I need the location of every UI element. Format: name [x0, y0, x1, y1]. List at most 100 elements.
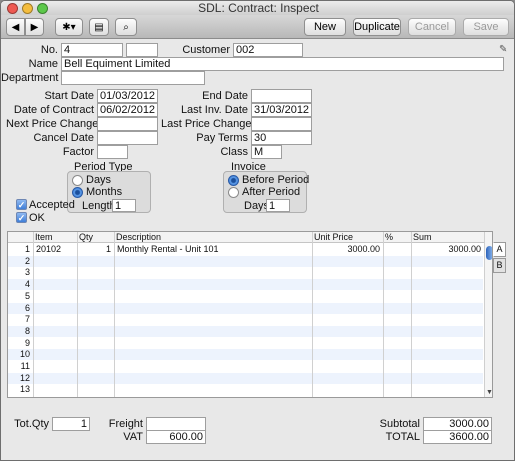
next-price-change-field[interactable] — [97, 117, 158, 131]
grid-scroll-thumb[interactable] — [486, 246, 492, 260]
customer-field[interactable]: 002 — [233, 43, 303, 57]
zoom-window-icon[interactable] — [37, 3, 48, 14]
length-field[interactable]: 1 — [112, 199, 136, 212]
grid-cell-unit-price[interactable] — [314, 256, 380, 267]
period-months-radio[interactable] — [72, 187, 83, 198]
grid-cell-qty[interactable] — [78, 279, 111, 290]
grid-cell-description[interactable] — [117, 256, 310, 267]
last-inv-date-field[interactable]: 31/03/2012 — [251, 103, 312, 117]
name-field[interactable]: Bell Equiment Limited — [61, 57, 504, 71]
grid-cell-qty[interactable] — [78, 384, 111, 395]
grid-cell-item[interactable] — [36, 326, 76, 337]
total-field[interactable]: 3600.00 — [423, 430, 492, 444]
grid-cell-pct[interactable] — [385, 303, 409, 314]
grid-cell-description[interactable] — [117, 303, 310, 314]
grid-cell-description[interactable] — [117, 314, 310, 325]
vat-field[interactable]: 600.00 — [146, 430, 206, 444]
start-date-field[interactable]: 01/03/2012 — [97, 89, 158, 103]
grid-cell-unit-price[interactable] — [314, 291, 380, 302]
next-record-button[interactable]: ▶ — [25, 18, 44, 36]
grid-cell-description[interactable]: Monthly Rental - Unit 101 — [117, 244, 310, 255]
grid-cell-qty[interactable] — [78, 303, 111, 314]
grid-cell-sum[interactable] — [413, 256, 481, 267]
grid-cell-sum[interactable] — [413, 303, 481, 314]
grid-cell-pct[interactable] — [385, 349, 409, 360]
grid-cell-item[interactable] — [36, 373, 76, 384]
cancel-date-field[interactable] — [97, 131, 158, 145]
new-button[interactable]: New — [304, 18, 346, 36]
close-window-icon[interactable] — [7, 3, 18, 14]
department-field[interactable] — [61, 71, 205, 85]
grid-cell-sum[interactable]: 3000.00 — [413, 244, 481, 255]
grid-cell-sum[interactable] — [413, 314, 481, 325]
grid-cell-unit-price[interactable] — [314, 326, 380, 337]
grid-cell-sum[interactable] — [413, 349, 481, 360]
grid-cell-item[interactable] — [36, 303, 76, 314]
items-grid[interactable]: Item Qty Description Unit Price % Sum 12… — [7, 231, 493, 398]
grid-cell-description[interactable] — [117, 279, 310, 290]
grid-cell-description[interactable] — [117, 384, 310, 395]
accepted-checkbox[interactable]: ✓ — [16, 199, 27, 210]
grid-cell-item[interactable] — [36, 338, 76, 349]
grid-cell-sum[interactable] — [413, 267, 481, 278]
grid-cell-item[interactable] — [36, 267, 76, 278]
scroll-down-icon[interactable]: ▼ — [485, 389, 492, 396]
grid-cell-qty[interactable] — [78, 314, 111, 325]
date-of-contract-field[interactable]: 06/02/2012 — [97, 103, 158, 117]
print-button[interactable]: ▤ — [89, 18, 109, 36]
grid-cell-sum[interactable] — [413, 384, 481, 395]
grid-cell-description[interactable] — [117, 361, 310, 372]
pin-icon[interactable]: ✎ — [499, 44, 507, 55]
save-button[interactable]: Save — [463, 18, 509, 36]
before-period-radio[interactable] — [228, 175, 239, 186]
grid-cell-pct[interactable] — [385, 326, 409, 337]
grid-cell-pct[interactable] — [385, 267, 409, 278]
grid-cell-unit-price[interactable] — [314, 349, 380, 360]
ok-checkbox[interactable]: ✓ — [16, 212, 27, 223]
grid-cell-pct[interactable] — [385, 279, 409, 290]
grid-cell-description[interactable] — [117, 338, 310, 349]
grid-cell-sum[interactable] — [413, 361, 481, 372]
tot-qty-field[interactable]: 1 — [52, 417, 90, 431]
grid-cell-unit-price[interactable] — [314, 361, 380, 372]
grid-cell-sum[interactable] — [413, 373, 481, 384]
grid-tab-b[interactable]: B — [493, 258, 506, 273]
end-date-field[interactable] — [251, 89, 312, 103]
freight-field[interactable] — [146, 417, 206, 431]
grid-cell-unit-price[interactable] — [314, 338, 380, 349]
grid-cell-unit-price[interactable]: 3000.00 — [314, 244, 380, 255]
grid-cell-qty[interactable] — [78, 267, 111, 278]
grid-cell-qty[interactable] — [78, 338, 111, 349]
grid-cell-item[interactable] — [36, 384, 76, 395]
no-field[interactable]: 4 — [61, 43, 123, 57]
grid-cell-pct[interactable] — [385, 291, 409, 302]
grid-cell-description[interactable] — [117, 267, 310, 278]
after-period-radio[interactable] — [228, 187, 239, 198]
grid-cell-sum[interactable] — [413, 338, 481, 349]
grid-cell-description[interactable] — [117, 349, 310, 360]
grid-cell-sum[interactable] — [413, 279, 481, 290]
cancel-button[interactable]: Cancel — [408, 18, 456, 36]
grid-cell-item[interactable] — [36, 314, 76, 325]
last-price-change-field[interactable] — [251, 117, 312, 131]
grid-cell-description[interactable] — [117, 326, 310, 337]
grid-cell-unit-price[interactable] — [314, 314, 380, 325]
pay-terms-field[interactable]: 30 — [251, 131, 312, 145]
grid-cell-qty[interactable] — [78, 256, 111, 267]
grid-cell-unit-price[interactable] — [314, 384, 380, 395]
grid-cell-unit-price[interactable] — [314, 303, 380, 314]
grid-cell-pct[interactable] — [385, 384, 409, 395]
grid-cell-qty[interactable]: 1 — [78, 244, 111, 255]
invoice-days-field[interactable]: 1 — [266, 199, 290, 212]
grid-cell-item[interactable] — [36, 256, 76, 267]
period-days-radio[interactable] — [72, 175, 83, 186]
grid-cell-qty[interactable] — [78, 361, 111, 372]
grid-cell-description[interactable] — [117, 373, 310, 384]
previous-record-button[interactable]: ◀ — [6, 18, 25, 36]
grid-cell-pct[interactable] — [385, 373, 409, 384]
grid-scrollbar[interactable]: ▼ — [484, 232, 492, 397]
print-preview-button[interactable]: ⌕ — [115, 18, 137, 36]
grid-cell-item[interactable] — [36, 349, 76, 360]
grid-cell-pct[interactable] — [385, 361, 409, 372]
grid-cell-pct[interactable] — [385, 244, 409, 255]
